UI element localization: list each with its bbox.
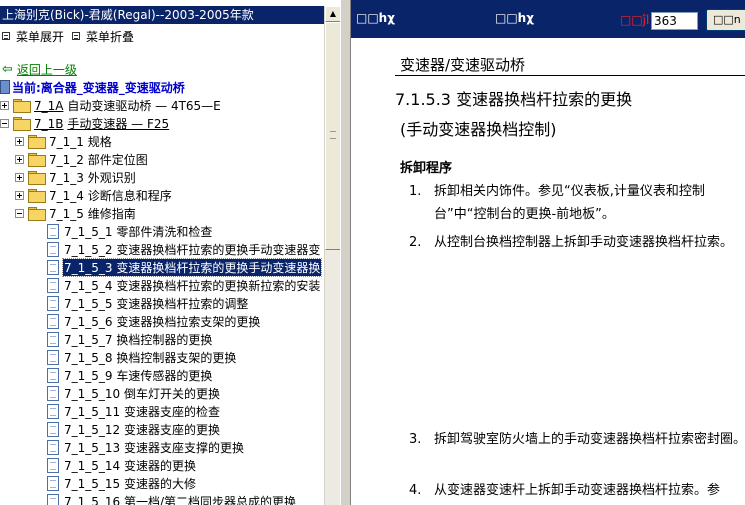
document-icon (47, 475, 59, 491)
tree-item-7-1-5-16[interactable]: 7_1_5_16 第一档/第二档同步器总成的更换 (47, 492, 297, 505)
menu-collapse-label: 菜单折叠 (86, 29, 135, 44)
toolbar-mid-text: □□hχ (495, 11, 534, 25)
current-location-label: 当前:离合器_变速器_变速驱动桥 (12, 80, 185, 95)
tree-node-7-1-3[interactable]: 7_1_3 外观识别 (15, 168, 137, 186)
expand-icon[interactable] (15, 136, 24, 146)
grip-icon (330, 131, 336, 139)
page-number-input[interactable] (651, 12, 698, 30)
step-text: 拆卸驾驶室防火墙上的手动变速器换档杆拉索密封圈。 (434, 432, 745, 447)
tree-item-7-1-5-4[interactable]: 7_1_5_4 变速器换档杆拉索的更换新拉索的安装 (47, 276, 321, 294)
back-link[interactable]: ⇦ 返回上一级 (2, 61, 77, 77)
step-text: 拆卸相关内饰件。参见“仪表板,计量仪表和控制台”中“控制台的更换-前地板”。 (434, 184, 705, 222)
back-link-label: 返回上一级 (16, 62, 77, 77)
tree-item-7-1-5-6[interactable]: 7_1_5_6 变速器换档拉索支架的更换 (47, 312, 261, 330)
content-pane: □□hχ □□hχ □□ĵl □□n 变速器/变速驱动桥 7.1.5.3 变速器… (351, 0, 745, 505)
tree-item-7-1-5-10[interactable]: 7_1_5_10 倒车灯开关的更换 (47, 384, 221, 402)
tree-node-7-1-5[interactable]: 7_1_5 维修指南 (15, 204, 137, 222)
document-icon (47, 259, 59, 275)
back-arrow-icon: ⇦ (2, 61, 13, 77)
tree-item-7-1-5-8[interactable]: 7_1_5_8 换档控制器支架的更换 (47, 348, 237, 366)
tree-item-7-1-5-1[interactable]: 7_1_5_1 零部件清洗和检查 (47, 222, 213, 240)
tree-node-7-1-4[interactable]: 7_1_4 诊断信息和程序 (15, 186, 173, 204)
tree-node-7-1a[interactable]: 7_1A 自动变速驱动桥 — 4T65—E (0, 96, 222, 114)
document-body: 变速器/变速驱动桥 7.1.5.3 变速器换档杆拉索的更换 (手动变速器换档控制… (351, 38, 745, 505)
step-text: 从变速器变速杆上拆卸手动变速器换档杆拉索。参 (434, 483, 721, 498)
procedure-step: 1. 拆卸相关内饰件。参见“仪表板,计量仪表和控制台”中“控制台的更换-前地板”… (409, 180, 745, 226)
toolbar-left-text: □□hχ (356, 11, 395, 25)
tree-item-7-1-5-15[interactable]: 7_1_5_15 变速器的大修 (47, 474, 197, 492)
procedure-step: 2. 从控制台换档控制器上拆卸手动变速器换档杆拉索。 (409, 231, 745, 254)
scroll-up-icon[interactable]: ▲ (325, 6, 340, 22)
tree-item-7-1-5-11[interactable]: 7_1_5_11 变速器支座的检查 (47, 402, 221, 420)
heading-rule (395, 75, 745, 76)
scroll-thumb[interactable] (325, 22, 340, 250)
menu-expand-label: 菜单展开 (16, 29, 65, 44)
menu-expand-button[interactable]: 菜单展开 (2, 28, 64, 44)
tree-item-7-1-5-7[interactable]: 7_1_5_7 换档控制器的更换 (47, 330, 213, 348)
document-icon (47, 457, 59, 473)
document-icon (47, 241, 59, 257)
document-heading: 变速器/变速驱动桥 (400, 56, 526, 74)
procedure-step: 3. 拆卸驾驶室防火墙上的手动变速器换档杆拉索密封圈。 (409, 428, 745, 451)
expand-icon[interactable] (15, 154, 24, 164)
folder-icon (13, 99, 31, 113)
go-button[interactable]: □□n (706, 9, 745, 31)
page-number-label: □□ĵl (620, 13, 650, 27)
tree-node-7-1-1[interactable]: 7_1_1 规格 (15, 132, 113, 150)
expand-icon[interactable] (0, 100, 9, 110)
tree-node-7-1-2[interactable]: 7_1_2 部件定位图 (15, 150, 149, 168)
folder-icon (28, 189, 46, 203)
tree-item-7-1-5-14[interactable]: 7_1_5_14 变速器的更换 (47, 456, 197, 474)
toolbar: □□hχ □□hχ □□ĵl □□n (351, 0, 745, 38)
step-number: 1. (409, 184, 422, 199)
tree-item-7-1-5-3-selected[interactable]: 7_1_5_3 变速器换档杆拉索的更换手动变速器换 (47, 257, 323, 277)
expand-icon[interactable] (15, 190, 24, 200)
document-icon (47, 403, 59, 419)
folder-icon (28, 171, 46, 185)
document-icon (47, 385, 59, 401)
navigation-pane: 上海别克(Bick)-君威(Regal)--2003-2005年款 菜单展开 菜… (0, 0, 340, 505)
menu-icon (2, 32, 10, 40)
pane-splitter[interactable] (340, 0, 351, 505)
document-icon (47, 313, 59, 329)
tree-item-7-1-5-2[interactable]: 7_1_5_2 变速器换档杆拉索的更换手动变速器变 (47, 240, 321, 258)
document-icon (47, 493, 59, 505)
document-icon (47, 295, 59, 311)
tree-item-7-1-5-5[interactable]: 7_1_5_5 变速器换档杆拉索的调整 (47, 294, 249, 312)
folder-icon (28, 135, 46, 149)
current-location-icon (0, 80, 10, 94)
step-number: 3. (409, 432, 422, 447)
folder-icon (28, 153, 46, 167)
section-heading: 拆卸程序 (400, 161, 453, 176)
collapse-icon[interactable] (0, 118, 9, 128)
document-icon (47, 421, 59, 437)
folder-open-icon (28, 207, 46, 221)
menu-icon (72, 32, 80, 40)
step-text: 从控制台换档控制器上拆卸手动变速器换档杆拉索。 (434, 235, 734, 250)
document-title: 7.1.5.3 变速器换档杆拉索的更换 (395, 90, 633, 109)
document-icon (47, 331, 59, 347)
tree-item-7-1-5-13[interactable]: 7_1_5_13 变速器支座支撑的更换 (47, 438, 245, 456)
document-subtitle: (手动变速器换档控制) (400, 120, 557, 139)
document-icon (47, 367, 59, 383)
document-icon (47, 223, 59, 239)
tree-scrollbar[interactable]: ▲ (324, 6, 340, 505)
tree-item-7-1-5-12[interactable]: 7_1_5_12 变速器支座的更换 (47, 420, 221, 438)
document-icon (47, 277, 59, 293)
expand-icon[interactable] (15, 172, 24, 182)
step-number: 4. (409, 483, 422, 498)
tree-title: 上海别克(Bick)-君威(Regal)--2003-2005年款 (0, 6, 324, 24)
folder-open-icon (13, 117, 31, 131)
document-icon (47, 439, 59, 455)
current-location: 当前:离合器_变速器_变速驱动桥 (0, 79, 185, 95)
procedure-step: 4. 从变速器变速杆上拆卸手动变速器换档杆拉索。参 (409, 479, 745, 502)
tree-node-7-1b[interactable]: 7_1B 手动变速器 — F25 (0, 114, 170, 132)
tree-item-7-1-5-9[interactable]: 7_1_5_9 车速传感器的更换 (47, 366, 213, 384)
menu-collapse-button[interactable]: 菜单折叠 (72, 28, 134, 44)
collapse-icon[interactable] (15, 208, 24, 218)
step-number: 2. (409, 235, 422, 250)
document-icon (47, 349, 59, 365)
